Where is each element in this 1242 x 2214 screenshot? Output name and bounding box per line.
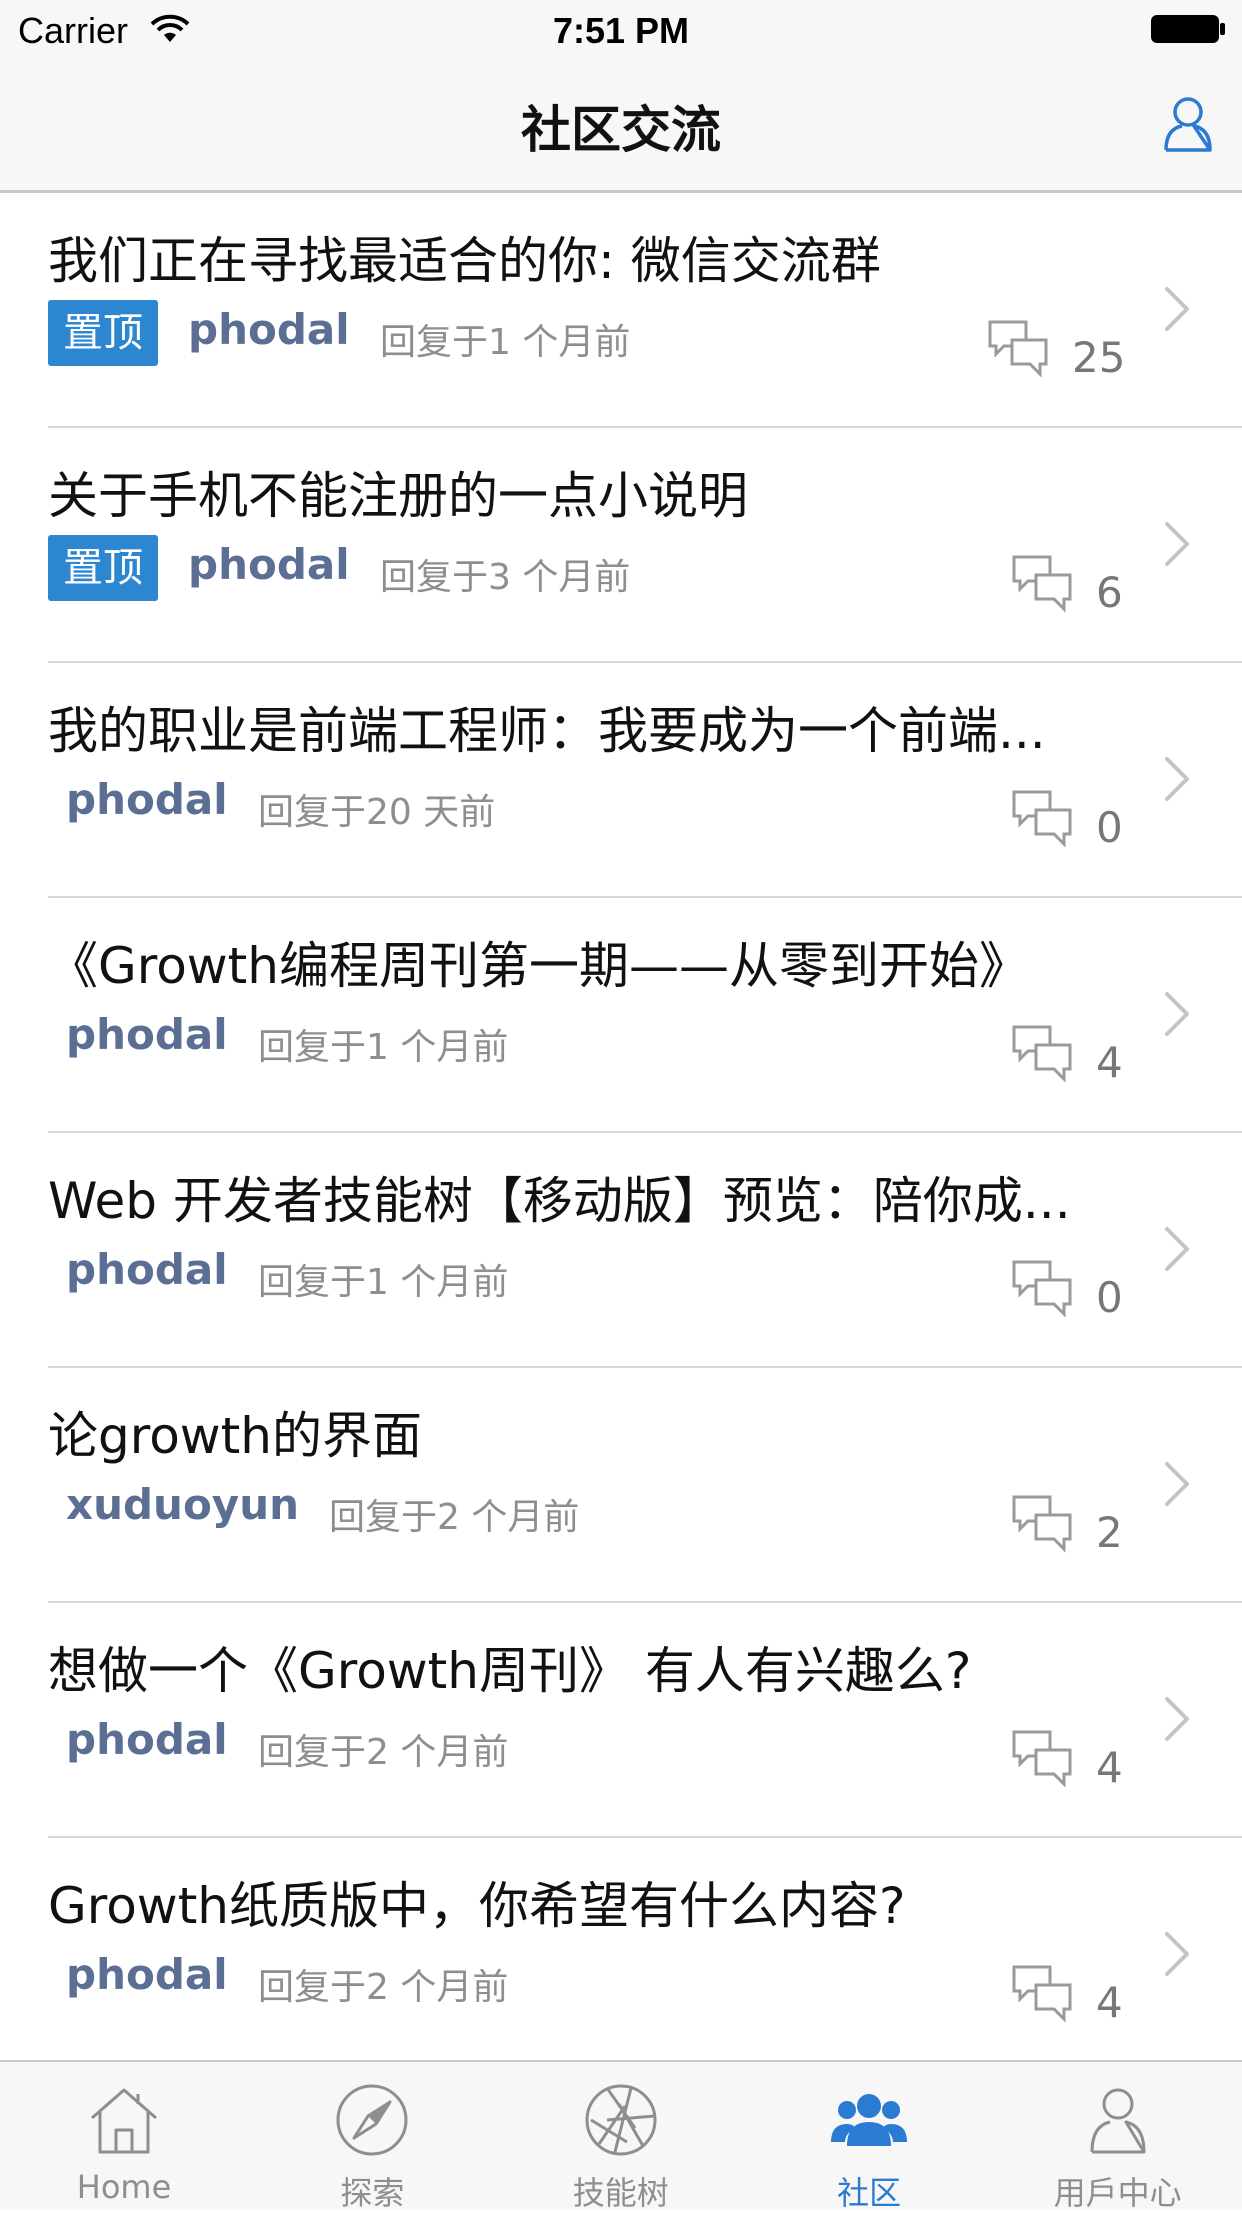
comment-count: 25: [1072, 333, 1126, 382]
topic-row[interactable]: Web 开发者技能树【移动版】预览：陪你成... phodal 回复于1 个月前 0: [0, 1133, 1242, 1368]
topic-title: 关于手机不能注册的一点小说明: [48, 467, 748, 525]
chevron-right-icon: [1165, 757, 1189, 801]
topic-list: 我们正在寻找最适合的你: 微信交流群置顶 phodal 回复于1 个月前 25 关于手机…: [0, 193, 1242, 2060]
topic-title: 《Growth编程周刊第一期——从零到开始》: [48, 937, 1029, 995]
tab-user[interactable]: 用戶中心: [994, 2062, 1242, 2212]
chevron-right-icon: [1165, 992, 1189, 1036]
topic-reply-time: 回复于2 个月前: [329, 1497, 580, 1538]
tab-compass[interactable]: 探索: [248, 2062, 496, 2212]
topic-row[interactable]: 关于手机不能注册的一点小说明置顶 phodal 回复于3 个月前 6: [0, 428, 1242, 663]
tab-home[interactable]: Home: [0, 2062, 248, 2210]
topic-reply-time: 回复于1 个月前: [258, 1027, 509, 1068]
pinned-badge: 置顶: [48, 300, 158, 366]
topic-author[interactable]: phodal: [66, 775, 228, 824]
battery-icon: [1151, 15, 1225, 43]
user-profile-icon[interactable]: [1162, 95, 1214, 153]
comment-icon: [988, 320, 1048, 378]
status-bar: Carrier 7:51 PM: [0, 0, 1242, 60]
home-icon: [91, 2088, 157, 2154]
topic-author[interactable]: xuduoyun: [66, 1480, 299, 1529]
aperture-icon: [585, 2084, 657, 2156]
topic-author[interactable]: phodal: [66, 1245, 228, 1294]
topic-author[interactable]: phodal: [66, 1715, 228, 1764]
topic-row[interactable]: 我们正在寻找最适合的你: 微信交流群置顶 phodal 回复于1 个月前 25: [0, 193, 1242, 428]
tab-label: 探索: [340, 2174, 405, 2212]
topic-title: 我的职业是前端工程师：我要成为一个前端...: [48, 702, 1046, 760]
tab-community[interactable]: 社区: [745, 2062, 993, 2212]
chevron-right-icon: [1165, 287, 1189, 331]
page-title: 社区交流: [521, 101, 721, 159]
comment-count: 6: [1096, 568, 1123, 617]
tab-aperture[interactable]: 技能树: [497, 2062, 745, 2212]
comment-icon: [1012, 1730, 1072, 1788]
topic-reply-time: 回复于2 个月前: [258, 1732, 509, 1773]
tab-label: 用戶中心: [1053, 2174, 1182, 2212]
topic-reply-time: 回复于1 个月前: [258, 1262, 509, 1303]
nav-bar: 社区交流: [0, 60, 1242, 193]
chevron-right-icon: [1165, 522, 1189, 566]
status-time: 7:51 PM: [552, 10, 690, 51]
topic-author[interactable]: phodal: [188, 305, 350, 354]
topic-title: 我们正在寻找最适合的你: 微信交流群: [48, 232, 881, 290]
comment-icon: [1012, 1495, 1072, 1553]
topic-author[interactable]: phodal: [66, 1950, 228, 1999]
tab-label: Home: [76, 2168, 172, 2206]
compass-icon: [336, 2084, 408, 2156]
topic-title: 想做一个《Growth周刊》 有人有兴趣么?: [48, 1642, 972, 1700]
chevron-right-icon: [1165, 1932, 1189, 1976]
topic-reply-time: 回复于1 个月前: [380, 322, 631, 363]
comment-count: 4: [1096, 1978, 1123, 2027]
comment-count: 4: [1096, 1743, 1123, 1792]
community-icon: [831, 2094, 908, 2146]
comment-icon: [1012, 790, 1072, 848]
topic-row[interactable]: 想做一个《Growth周刊》 有人有兴趣么? phodal 回复于2 个月前 4: [0, 1603, 1242, 1838]
topic-reply-time: 回复于20 天前: [258, 792, 496, 833]
topic-title: Growth纸质版中，你希望有什么内容?: [48, 1877, 906, 1935]
topic-title: Web 开发者技能树【移动版】预览：陪你成...: [48, 1172, 1071, 1230]
tab-label: 技能树: [572, 2174, 669, 2212]
topic-title: 论growth的界面: [48, 1407, 422, 1465]
topic-author[interactable]: phodal: [66, 1010, 228, 1059]
tab-bar: Home 探索 技能树 社区 用戶中心: [0, 2060, 1242, 2212]
comment-icon: [1012, 1025, 1072, 1083]
chevron-right-icon: [1165, 1697, 1189, 1741]
topic-row[interactable]: 我的职业是前端工程师：我要成为一个前端... phodal 回复于20 天前 0: [0, 663, 1242, 898]
pinned-badge: 置顶: [48, 535, 158, 601]
chevron-right-icon: [1165, 1227, 1189, 1271]
comment-count: 4: [1096, 1038, 1123, 1087]
topic-row[interactable]: 《Growth编程周刊第一期——从零到开始》 phodal 回复于1 个月前 4: [0, 898, 1242, 1133]
topic-reply-time: 回复于2 个月前: [258, 1967, 509, 2008]
chevron-right-icon: [1165, 1462, 1189, 1506]
comment-icon: [1012, 1260, 1072, 1318]
comment-count: 2: [1096, 1508, 1123, 1557]
topic-reply-time: 回复于3 个月前: [380, 557, 631, 598]
comment-count: 0: [1096, 1273, 1123, 1322]
comment-icon: [1012, 1965, 1072, 2023]
comment-icon: [1012, 555, 1072, 613]
topic-row[interactable]: Growth纸质版中，你希望有什么内容? phodal 回复于2 个月前 4: [0, 1838, 1242, 2060]
topic-row[interactable]: 论growth的界面 xuduoyun 回复于2 个月前 2: [0, 1368, 1242, 1603]
tab-label: 社区: [837, 2174, 902, 2212]
topic-author[interactable]: phodal: [188, 540, 350, 589]
user-icon: [1090, 2088, 1146, 2154]
comment-count: 0: [1096, 803, 1123, 852]
